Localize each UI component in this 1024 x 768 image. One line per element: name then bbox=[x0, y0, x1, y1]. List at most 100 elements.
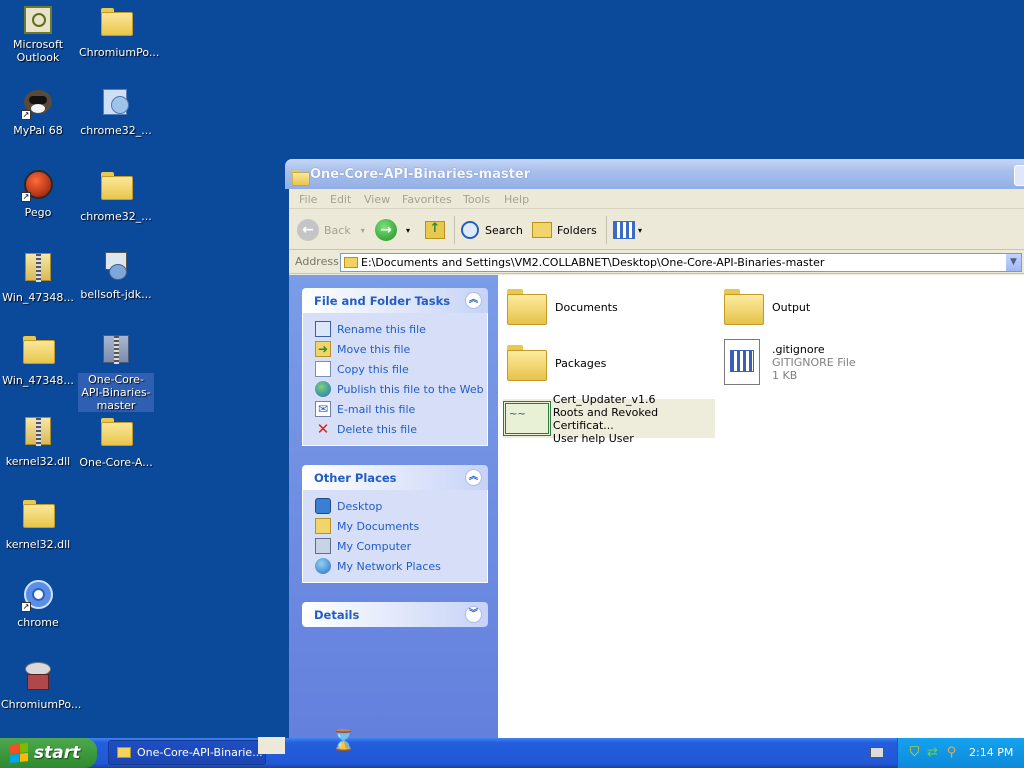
desktop-icon-kernel32-folder[interactable]: kernel32.dll bbox=[0, 496, 76, 551]
minimize-button[interactable] bbox=[1014, 165, 1024, 186]
file-folder-tasks-panel: File and Folder Tasks ︽ Rename this file… bbox=[302, 288, 488, 446]
raccoon-icon: ↗ bbox=[21, 86, 55, 120]
file-item-documents[interactable]: Documents bbox=[503, 283, 618, 331]
my-computer-icon bbox=[315, 538, 331, 554]
desktop-icon-win-zip[interactable]: Win_47348... bbox=[0, 250, 76, 304]
collapse-chevron-icon[interactable]: ︽ bbox=[465, 469, 482, 486]
delete-icon: ✕ bbox=[316, 420, 330, 438]
forward-button[interactable]: → ▾ bbox=[375, 217, 410, 243]
zip-icon bbox=[103, 335, 129, 364]
file-list: Documents Output Packages .gitignore GIT… bbox=[498, 275, 1024, 738]
folder-icon bbox=[101, 172, 133, 200]
clock[interactable]: 2:14 PM bbox=[969, 746, 1013, 759]
search-tray-icon[interactable]: ⚲ bbox=[944, 745, 959, 760]
certificate-icon: ~~ bbox=[503, 399, 551, 438]
search-button[interactable]: Search bbox=[461, 217, 523, 243]
title-bar[interactable]: One-Core-API-Binaries-master bbox=[285, 159, 1024, 189]
menu-view[interactable]: View bbox=[364, 193, 390, 206]
task-email[interactable]: ✉ E-mail this file bbox=[315, 399, 487, 419]
desktop-icon-pego[interactable]: ↗ Pego bbox=[0, 168, 76, 219]
views-button[interactable]: ▾ bbox=[613, 217, 642, 243]
email-icon: ✉ bbox=[315, 401, 331, 417]
desktop-icon-kernel32-zip[interactable]: kernel32.dll bbox=[0, 414, 76, 468]
desktop-icon-chrome32-installer[interactable]: chrome32_... bbox=[78, 86, 154, 137]
task-copy[interactable]: Copy this file bbox=[315, 359, 487, 379]
desktop-icon-outlook[interactable]: Microsoft Outlook bbox=[0, 4, 76, 64]
task-publish[interactable]: Publish this file to the Web bbox=[315, 379, 487, 399]
address-field[interactable]: E:\Documents and Settings\VM2.COLLABNET\… bbox=[340, 253, 1022, 272]
other-places-panel: Other Places ︽ Desktop My Documents My C… bbox=[302, 465, 488, 583]
folder-icon bbox=[23, 500, 55, 528]
start-button[interactable]: start bbox=[0, 738, 97, 768]
pego-icon: ↗ bbox=[21, 168, 55, 202]
collapse-chevron-icon[interactable]: ︽ bbox=[465, 292, 482, 309]
folder-icon bbox=[724, 289, 764, 325]
folder-icon bbox=[344, 257, 358, 268]
folder-icon bbox=[292, 170, 310, 186]
window-frame: File Edit View Favorites Tools Help ← Ba… bbox=[289, 189, 1024, 738]
views-dropdown-icon: ▾ bbox=[638, 225, 643, 235]
folder-icon bbox=[101, 418, 133, 446]
up-folder-button[interactable]: ↑ bbox=[425, 217, 445, 243]
chrome-icon: ↗ bbox=[21, 578, 55, 612]
task-delete[interactable]: ✕ Delete this file bbox=[315, 419, 487, 439]
chromium-portable-icon bbox=[21, 660, 55, 694]
back-arrow-icon: ← bbox=[297, 219, 319, 241]
address-label: Address bbox=[295, 255, 339, 268]
folders-icon bbox=[532, 222, 552, 238]
menu-bar: File Edit View Favorites Tools Help bbox=[289, 189, 1024, 209]
place-my-computer[interactable]: My Computer bbox=[315, 536, 487, 556]
generic-file-icon bbox=[720, 338, 768, 386]
folders-button[interactable]: Folders bbox=[532, 217, 597, 243]
move-icon: ➜ bbox=[315, 341, 331, 357]
desktop-icon-one-core-folder[interactable]: One-Core-A... bbox=[78, 414, 154, 469]
panel-header[interactable]: File and Folder Tasks ︽ bbox=[302, 288, 488, 313]
place-my-documents[interactable]: My Documents bbox=[315, 516, 487, 536]
desktop-icon-chrome[interactable]: ↗ chrome bbox=[0, 578, 76, 629]
task-pane: File and Folder Tasks ︽ Rename this file… bbox=[289, 275, 498, 738]
taskbar-button-explorer[interactable]: One-Core-API-Binarie... bbox=[108, 740, 266, 765]
desktop-icon-one-core-zip[interactable]: One-Core-API-Binaries-master bbox=[78, 332, 154, 412]
my-documents-icon bbox=[315, 518, 331, 534]
security-shield-icon[interactable]: ⛉ bbox=[907, 745, 922, 760]
menu-help[interactable]: Help bbox=[504, 193, 529, 206]
menu-edit[interactable]: Edit bbox=[330, 193, 351, 206]
up-folder-icon: ↑ bbox=[425, 221, 445, 239]
desktop-icon-bellsoft[interactable]: bellsoft-jdk... bbox=[78, 250, 154, 301]
forward-arrow-icon: → bbox=[375, 219, 397, 241]
details-panel: Details ︾ bbox=[302, 602, 488, 627]
desktop-icon-chrome32-folder[interactable]: chrome32_... bbox=[78, 168, 154, 223]
expand-chevron-icon[interactable]: ︾ bbox=[465, 606, 482, 623]
keyboard-icon[interactable] bbox=[870, 747, 884, 758]
zip-icon bbox=[25, 253, 51, 282]
desktop-icon-chromium-portable[interactable]: ChromiumPo... bbox=[0, 660, 81, 711]
system-tray: ⛉ ⇄ ⚲ 2:14 PM bbox=[897, 738, 1024, 768]
menu-file[interactable]: File bbox=[299, 193, 317, 206]
task-rename[interactable]: Rename this file bbox=[315, 319, 487, 339]
file-item-packages[interactable]: Packages bbox=[503, 339, 606, 387]
hourglass-cursor-icon: ⌛ bbox=[331, 728, 356, 752]
back-button[interactable]: ← Back ▾ bbox=[297, 217, 365, 243]
network-status-icon[interactable]: ⇄ bbox=[925, 745, 940, 760]
search-icon bbox=[461, 221, 479, 239]
desktop-icon-chromiumpo-folder[interactable]: ChromiumPo... bbox=[78, 4, 159, 59]
file-item-output[interactable]: Output bbox=[720, 283, 810, 331]
task-move[interactable]: ➜ Move this file bbox=[315, 339, 487, 359]
folder-icon bbox=[507, 289, 547, 325]
panel-header[interactable]: Other Places ︽ bbox=[302, 465, 488, 490]
rename-icon bbox=[315, 321, 331, 337]
place-network[interactable]: My Network Places bbox=[315, 556, 487, 576]
menu-tools[interactable]: Tools bbox=[463, 193, 490, 206]
menu-favorites[interactable]: Favorites bbox=[402, 193, 452, 206]
folder-icon bbox=[117, 747, 131, 758]
address-dropdown-icon[interactable]: ▼ bbox=[1005, 254, 1021, 271]
place-desktop[interactable]: Desktop bbox=[315, 496, 487, 516]
panel-header[interactable]: Details ︾ bbox=[302, 602, 488, 627]
copy-icon bbox=[315, 361, 331, 377]
desktop-icon-win-folder[interactable]: Win_47348... bbox=[0, 332, 76, 387]
file-item-gitignore[interactable]: .gitignore GITIGNORE File 1 KB bbox=[720, 338, 856, 386]
desktop-icon-mypal[interactable]: ↗ MyPal 68 bbox=[0, 86, 76, 137]
taskbar: start One-Core-API-Binarie... ⌛ ⛉ ⇄ ⚲ 2:… bbox=[0, 728, 1024, 768]
windows-logo-icon bbox=[10, 743, 28, 763]
file-item-cert-updater[interactable]: ~~ Cert_Updater_v1.6 Roots and Revoked C… bbox=[503, 393, 715, 445]
